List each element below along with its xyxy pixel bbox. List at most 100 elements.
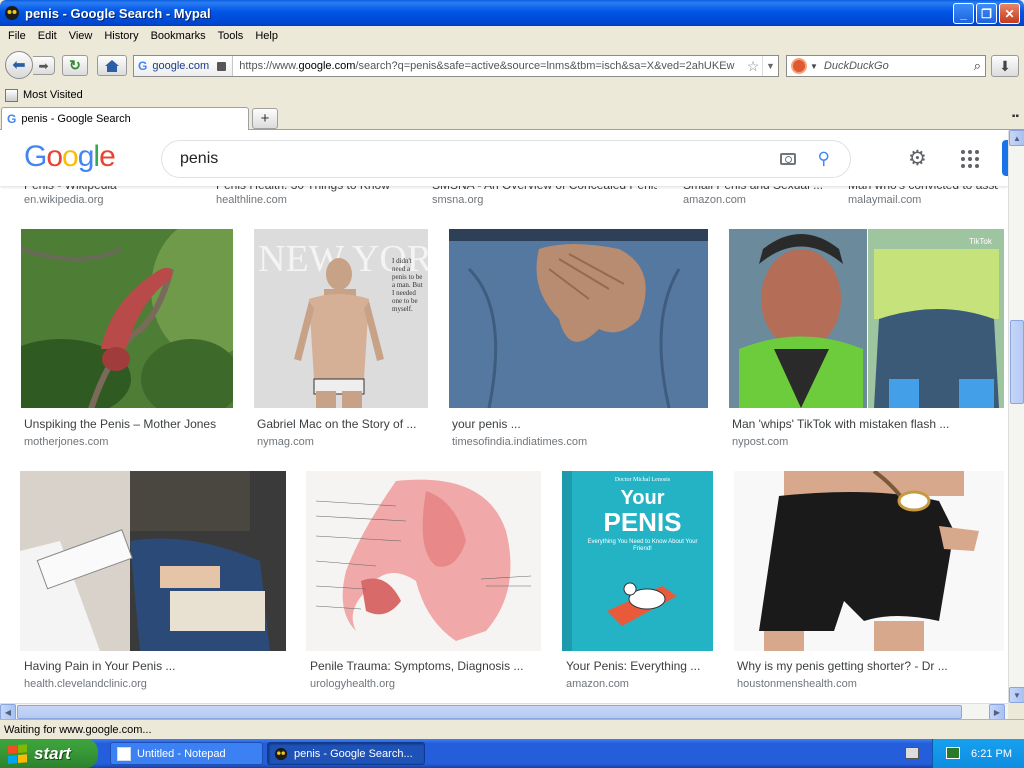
minimize-button[interactable]: _ — [953, 3, 974, 24]
result-thumbnail-plant[interactable] — [21, 229, 233, 408]
site-identity-button[interactable]: G google.com — [134, 56, 234, 76]
start-button[interactable]: start — [0, 739, 98, 768]
forward-button[interactable]: ➡ — [33, 56, 55, 75]
result-thumbnail-anatomy[interactable] — [306, 471, 541, 651]
scroll-up-button[interactable]: ▲ — [1009, 130, 1024, 146]
result-source[interactable]: health.clevelandclinic.org — [24, 678, 147, 690]
result-source[interactable]: nypost.com — [732, 436, 788, 448]
search-bar[interactable]: ▼ DuckDuckGo ⌕ — [786, 55, 986, 77]
search-engine-dropdown[interactable]: ▼ — [810, 62, 818, 71]
google-search-box[interactable]: penis ⚲ — [161, 140, 851, 178]
search-icon[interactable]: ⚲ — [818, 149, 830, 169]
doctor-consultation-image — [20, 471, 286, 651]
result-source[interactable]: houstonmenshealth.com — [737, 678, 857, 690]
result-source[interactable]: nymag.com — [257, 436, 314, 448]
camera-icon[interactable] — [779, 153, 796, 165]
mypal-app-icon — [274, 747, 288, 760]
anatomy-diagram-image — [306, 471, 541, 651]
google-favicon-icon: G — [138, 59, 148, 73]
result-thumbnail-jeans[interactable] — [449, 229, 708, 408]
book-spine — [562, 471, 572, 651]
menu-view[interactable]: View — [63, 30, 99, 42]
tab-list-icon[interactable]: ▪▪ — [1012, 111, 1019, 122]
menu-history[interactable]: History — [98, 30, 144, 42]
windows-taskbar: start Untitled - Notepad penis - Google … — [0, 739, 1024, 768]
reload-button[interactable]: ↻ — [62, 55, 88, 76]
sign-in-button[interactable] — [1002, 140, 1008, 176]
taskbar-item-browser[interactable]: penis - Google Search... — [267, 742, 425, 765]
address-bar[interactable]: G google.com https://www.google.com/sear… — [133, 55, 779, 77]
result-source[interactable]: healthline.com — [216, 194, 287, 206]
horizontal-scroll-thumb[interactable] — [17, 705, 962, 719]
book-cartoon-image — [607, 582, 677, 626]
result-source[interactable]: en.wikipedia.org — [24, 194, 104, 206]
book-title-line2: PENIS — [603, 507, 682, 537]
result-source[interactable]: smsna.org — [432, 194, 483, 206]
result-source[interactable]: amazon.com — [683, 194, 746, 206]
result-title[interactable]: your penis ... — [452, 417, 707, 431]
result-source[interactable]: urologyhealth.org — [310, 678, 395, 690]
search-icon[interactable]: ⌕ — [974, 58, 981, 74]
tab-google-search[interactable]: G penis - Google Search — [1, 107, 249, 130]
result-title[interactable]: Your Penis: Everything ... — [566, 659, 714, 673]
google-logo[interactable]: Google — [24, 140, 116, 174]
result-thumbnail-book[interactable]: Doctor Michal Lenosis Your PENIS Everyth… — [562, 471, 713, 651]
jeans-hands-image — [449, 229, 708, 408]
close-button[interactable]: ✕ — [999, 3, 1020, 24]
scroll-left-button[interactable]: ◀ — [0, 704, 16, 720]
apps-grid-icon[interactable] — [961, 150, 979, 168]
maximize-button[interactable]: ❐ — [976, 3, 997, 24]
search-query-input[interactable]: penis — [180, 150, 780, 168]
clock[interactable]: 6:21 PM — [971, 748, 1012, 760]
svg-text:TikTok: TikTok — [969, 237, 993, 246]
result-source[interactable]: malaymail.com — [848, 194, 921, 206]
result-title[interactable]: Penile Trauma: Symptoms, Diagnosis ... — [310, 659, 542, 673]
taskbar-item-label: penis - Google Search... — [294, 747, 413, 760]
home-button[interactable] — [97, 55, 127, 76]
url-input[interactable]: https://www.google.com/search?q=penis&sa… — [233, 60, 744, 72]
home-icon — [105, 59, 119, 72]
vertical-scrollbar[interactable]: ▲ ▼ — [1008, 130, 1024, 703]
taskbar-item-label: Untitled - Notepad — [137, 747, 226, 760]
book-title-line1: Your — [620, 487, 665, 509]
result-title[interactable]: Man 'whips' TikTok with mistaken flash .… — [732, 417, 1004, 431]
result-title[interactable]: Why is my penis getting shorter? - Dr ..… — [737, 659, 1003, 673]
bookmark-star-icon[interactable]: ☆ — [744, 58, 762, 75]
bookmark-most-visited[interactable]: Most Visited — [23, 89, 83, 101]
search-input[interactable]: DuckDuckGo — [824, 60, 974, 72]
network-icon[interactable] — [946, 747, 960, 759]
menu-help[interactable]: Help — [249, 30, 284, 42]
menu-edit[interactable]: Edit — [32, 30, 63, 42]
result-thumbnail-magazine[interactable]: NEW YORK I didn't need a penis to be a m… — [254, 229, 428, 408]
menu-file[interactable]: File — [2, 30, 32, 42]
duckduckgo-icon[interactable] — [791, 58, 807, 74]
result-source[interactable]: timesofindia.indiatimes.com — [452, 436, 587, 448]
book-author: Doctor Michal Lenosis — [614, 477, 671, 483]
magazine-cover-lines: I didn't need a penis to be a man. But I… — [392, 257, 423, 313]
window-titlebar[interactable]: penis - Google Search - Mypal _ ❐ ✕ — [0, 0, 1024, 26]
keyboard-icon[interactable] — [905, 747, 919, 759]
url-history-dropdown[interactable]: ▼ — [762, 56, 778, 76]
windows-logo-icon — [8, 743, 28, 764]
result-title[interactable]: Unspiking the Penis – Mother Jones — [24, 417, 234, 431]
lock-icon — [217, 61, 227, 71]
back-button[interactable]: ⬅ — [5, 51, 33, 79]
tiktok-collage-image: TikTok — [729, 229, 1004, 408]
result-title[interactable]: Having Pain in Your Penis ... — [24, 659, 284, 673]
new-tab-button[interactable]: + — [252, 108, 278, 129]
gear-icon[interactable]: ⚙ — [908, 146, 927, 171]
result-thumbnail-underwear[interactable] — [734, 471, 1004, 651]
downloads-button[interactable]: ⬇ — [991, 55, 1019, 77]
scroll-down-button[interactable]: ▼ — [1009, 687, 1024, 703]
taskbar-item-notepad[interactable]: Untitled - Notepad — [110, 742, 263, 765]
result-thumbnail-tiktok[interactable]: TikTok — [729, 229, 1004, 408]
result-thumbnail-consultation[interactable] — [20, 471, 286, 651]
scroll-right-button[interactable]: ▶ — [989, 704, 1005, 720]
result-title[interactable]: Gabriel Mac on the Story of ... — [257, 417, 429, 431]
menu-bookmarks[interactable]: Bookmarks — [145, 30, 212, 42]
menu-tools[interactable]: Tools — [212, 30, 250, 42]
result-source[interactable]: amazon.com — [566, 678, 629, 690]
vertical-scroll-thumb[interactable] — [1010, 320, 1024, 404]
result-source[interactable]: motherjones.com — [24, 436, 108, 448]
horizontal-scrollbar[interactable]: ◀ ▶ — [0, 703, 1008, 720]
